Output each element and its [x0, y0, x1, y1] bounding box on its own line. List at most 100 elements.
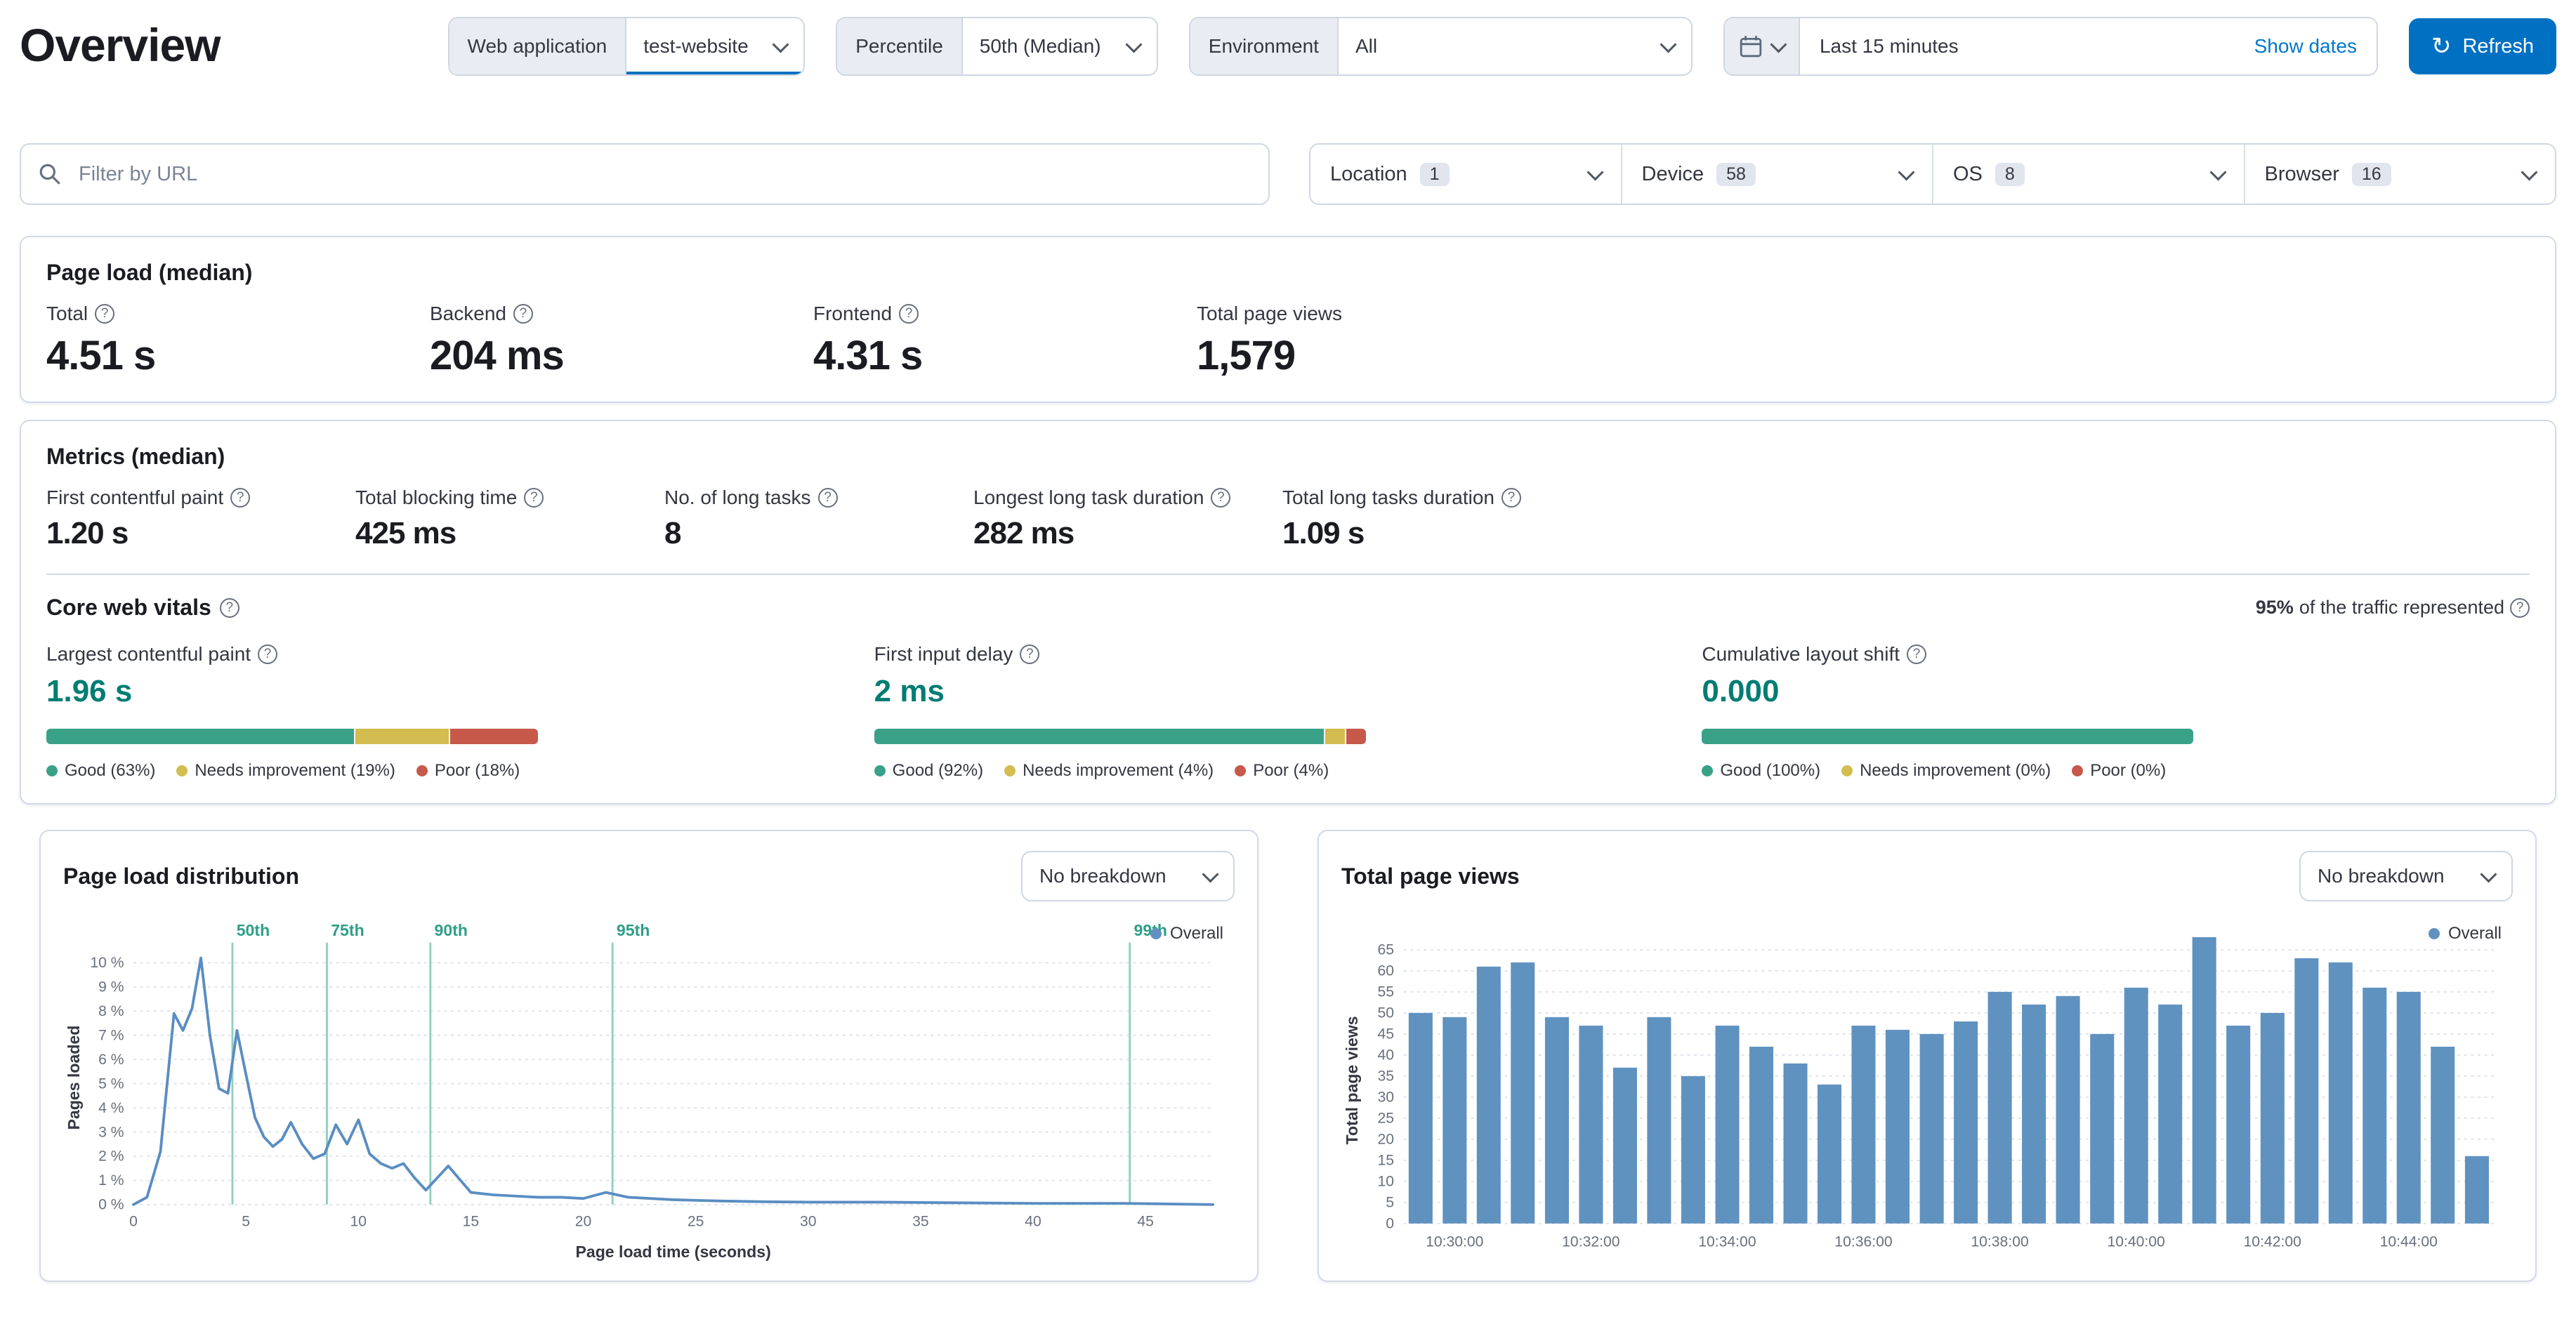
filter-location-label: Location — [1330, 162, 1407, 185]
distribution-breakdown-select[interactable]: No breakdown — [1021, 851, 1235, 901]
svg-text:4 %: 4 % — [98, 1100, 124, 1116]
page-views-legend-overall[interactable]: Overall — [2428, 924, 2502, 944]
web-application-select[interactable]: test-website — [626, 18, 804, 74]
url-filter-input[interactable] — [76, 161, 1251, 187]
web-application-label: Web application — [449, 18, 627, 74]
stat-tbt-value: 425 ms — [355, 516, 456, 550]
traffic-represented-note: 95% of the traffic represented — [2256, 597, 2530, 618]
core-web-vitals-header: Core web vitals 95% of the traffic repre… — [46, 595, 2530, 621]
filter-browser-label: Browser — [2264, 162, 2339, 185]
environment-value: All — [1355, 35, 1378, 57]
info-icon[interactable] — [1501, 488, 1521, 508]
svg-text:45: 45 — [1137, 1214, 1154, 1230]
svg-text:40: 40 — [1377, 1047, 1394, 1064]
needs-improvement-legend-dot — [1004, 765, 1016, 776]
distribution-legend-overall[interactable]: Overall — [1150, 924, 1223, 944]
svg-text:20: 20 — [1377, 1132, 1394, 1148]
cwv-bar — [1702, 729, 2194, 744]
svg-text:7 %: 7 % — [98, 1027, 124, 1043]
calendar-icon — [1740, 36, 1762, 58]
svg-text:10:34:00: 10:34:00 — [1698, 1234, 1756, 1250]
svg-text:25: 25 — [1377, 1111, 1394, 1127]
svg-text:9 %: 9 % — [98, 979, 124, 995]
cwv-legend: Good (63%) Needs improvement (19%) Poor … — [46, 761, 874, 781]
stat-fcp: First contentful paint 1.20 s — [46, 487, 355, 551]
vital-lcp: Largest contentful paint 1.96 s Good (63… — [46, 643, 874, 781]
info-icon[interactable] — [524, 488, 544, 508]
stat-backend: Backend 204 ms — [430, 303, 813, 379]
page-views-breakdown-select[interactable]: No breakdown — [2299, 851, 2513, 901]
svg-text:45: 45 — [1377, 1026, 1394, 1043]
filter-os-count-badge: 8 — [1995, 162, 2025, 186]
info-icon[interactable] — [899, 304, 919, 324]
filter-device-label: Device — [1641, 162, 1704, 185]
svg-text:75th: 75th — [331, 921, 364, 939]
good-legend-dot — [1702, 765, 1714, 776]
svg-text:0: 0 — [1386, 1216, 1394, 1232]
svg-text:30: 30 — [1377, 1090, 1394, 1106]
chevron-down-icon — [1770, 35, 1787, 53]
vital-cls-value: 0.000 — [1702, 674, 1780, 708]
info-icon[interactable] — [1020, 644, 1040, 664]
info-icon[interactable] — [1211, 488, 1231, 508]
svg-text:95th: 95th — [617, 921, 650, 939]
user-experience-overview-page: Overview Web application test-website Pe… — [0, 0, 2576, 1317]
info-icon[interactable] — [95, 304, 115, 324]
svg-text:Total page views: Total page views — [1343, 1016, 1361, 1144]
svg-text:25: 25 — [688, 1214, 704, 1230]
filter-os[interactable]: OS 8 — [1933, 145, 2245, 204]
info-icon[interactable] — [2510, 597, 2530, 618]
svg-text:2 %: 2 % — [98, 1149, 124, 1165]
svg-text:10 %: 10 % — [90, 955, 124, 971]
charts-row: Page load distribution No breakdown Over… — [20, 830, 2556, 1283]
svg-text:10:38:00: 10:38:00 — [1971, 1234, 2028, 1250]
stat-long-tasks: No. of long tasks 8 — [664, 487, 973, 551]
page-load-distribution-panel: Page load distribution No breakdown Over… — [39, 830, 1259, 1283]
page-load-stats: Total 4.51 s Backend 204 ms Frontend 4.3… — [46, 303, 2530, 379]
filter-browser[interactable]: Browser 16 — [2245, 145, 2555, 204]
svg-text:5 %: 5 % — [98, 1076, 124, 1092]
environment-select[interactable]: All — [1338, 18, 1691, 74]
refresh-icon: ↻ — [2431, 33, 2452, 60]
info-icon[interactable] — [230, 488, 251, 508]
cwv-bar — [874, 729, 1366, 744]
svg-text:35: 35 — [1377, 1068, 1394, 1085]
svg-text:15: 15 — [1377, 1153, 1394, 1169]
svg-text:50: 50 — [1377, 1005, 1394, 1021]
svg-text:10:40:00: 10:40:00 — [2107, 1234, 2164, 1250]
percentile-select[interactable]: 50th (Median) — [962, 18, 1157, 74]
info-icon[interactable] — [219, 597, 239, 618]
info-icon[interactable] — [258, 644, 278, 664]
metrics-panel: Metrics (median) First contentful paint … — [20, 420, 2556, 805]
svg-text:65: 65 — [1377, 942, 1394, 958]
filter-device-count-badge: 58 — [1716, 162, 1756, 186]
filter-os-label: OS — [1953, 162, 1983, 185]
good-legend-dot — [46, 765, 58, 776]
metrics-stats: First contentful paint 1.20 s Total bloc… — [46, 487, 2530, 551]
info-icon[interactable] — [817, 488, 838, 508]
filter-location[interactable]: Location 1 — [1310, 145, 1622, 204]
show-dates-button[interactable]: Show dates — [2234, 18, 2377, 74]
svg-text:8 %: 8 % — [98, 1003, 124, 1019]
web-application-value: test-website — [643, 35, 749, 57]
svg-text:10: 10 — [1377, 1174, 1394, 1190]
vital-fid: First input delay 2 ms Good (92%) Needs … — [874, 643, 1702, 781]
info-icon[interactable] — [513, 304, 533, 324]
url-filter — [20, 143, 1270, 205]
svg-text:30: 30 — [800, 1214, 817, 1230]
svg-text:10:32:00: 10:32:00 — [1562, 1234, 1619, 1250]
filter-device[interactable]: Device 58 — [1622, 145, 1933, 204]
info-icon[interactable] — [1907, 644, 1927, 664]
page-load-distribution-title: Page load distribution — [63, 863, 300, 889]
page-load-panel: Page load (median) Total 4.51 s Backend … — [20, 236, 2556, 403]
cwv-legend: Good (100%) Needs improvement (0%) Poor … — [1702, 761, 2530, 781]
date-range-display[interactable]: Last 15 minutes — [1799, 18, 2235, 74]
refresh-button[interactable]: ↻ Refresh — [2408, 18, 2556, 74]
date-picker-calendar-button[interactable] — [1724, 18, 1800, 74]
dimension-filter-group: Location 1 Device 58 OS 8 Browser 16 — [1309, 143, 2556, 205]
stat-longest-task-value: 282 ms — [973, 516, 1075, 550]
chevron-down-icon — [1202, 865, 1219, 883]
chevron-down-icon — [1125, 35, 1143, 53]
cwv-bar-good-segment — [874, 729, 1324, 744]
chevron-down-icon — [2521, 163, 2538, 181]
